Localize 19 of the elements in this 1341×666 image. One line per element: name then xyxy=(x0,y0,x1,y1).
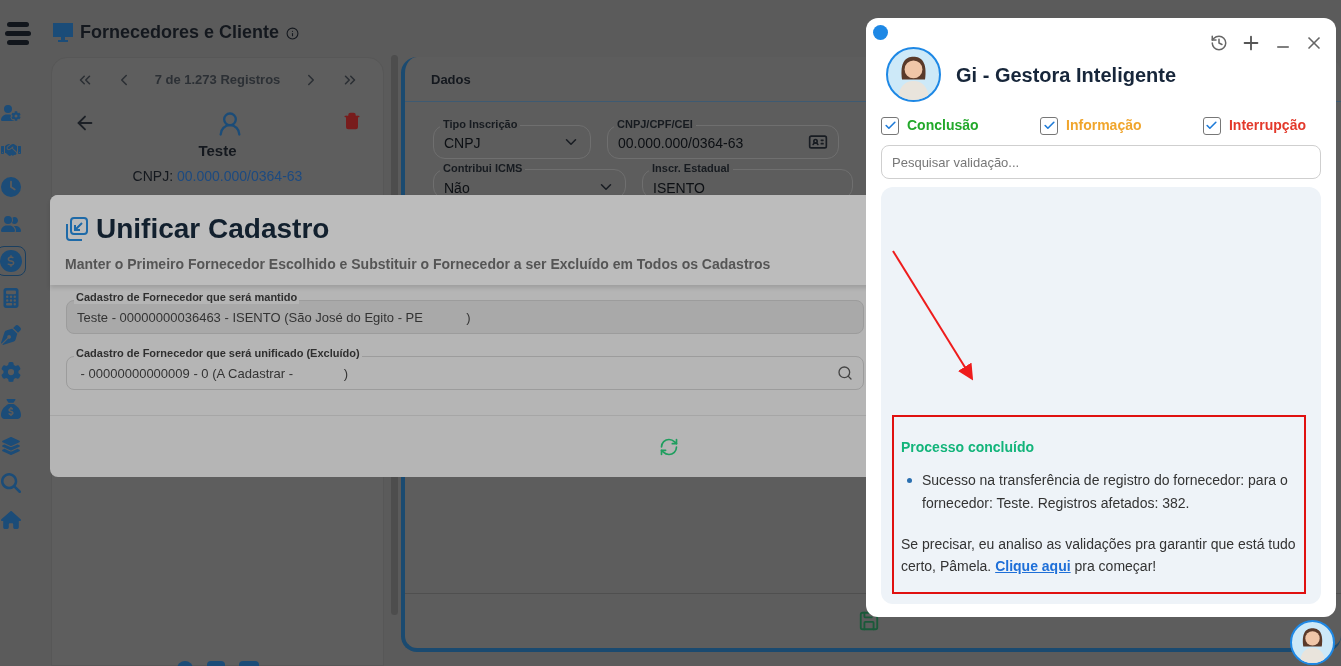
field-label: CNPJ/CPF/CEI xyxy=(614,117,696,131)
message-heading: Processo concluído xyxy=(901,438,1036,457)
message-text: Se precisar, eu analiso as validações pra garantir que está tudo certo, Pâmela. Clique aqui pra começar! xyxy=(901,535,1297,576)
modal-subtitle: Manter o Primeiro Fornecedor Escolhido e Substituir o Fornecedor a ser Excluído em Todos os Cadastros xyxy=(65,255,772,274)
field-label: Cadastro de Fornecedor que será mantido xyxy=(74,291,300,304)
field-label: Contribui ICMS xyxy=(440,161,526,175)
filter-label: Interrupção xyxy=(1229,116,1306,135)
modal-title: Unificar Cadastro xyxy=(96,213,330,245)
message-item: Sucesso na transferência de registro do fornecedor: para o fornecedor: Teste. Registros afetados: 382. xyxy=(922,471,1289,513)
filter-label: Conclusão xyxy=(907,116,979,135)
field-label: Inscr. Estadual xyxy=(649,161,733,175)
field-label: Tipo Inscrição xyxy=(440,117,521,131)
cnpj-label: CNPJ: xyxy=(132,167,174,186)
assistant-title: Gi - Gestora Inteligente xyxy=(956,62,1177,88)
filter-label: Informação xyxy=(1066,116,1142,135)
page-title: Fornecedores e Cliente xyxy=(80,20,280,44)
field-label: Cadastro de Fornecedor que será unificado (Excluído) xyxy=(74,347,362,360)
record-name: Teste xyxy=(198,140,237,161)
section-title: Dados xyxy=(431,72,471,87)
